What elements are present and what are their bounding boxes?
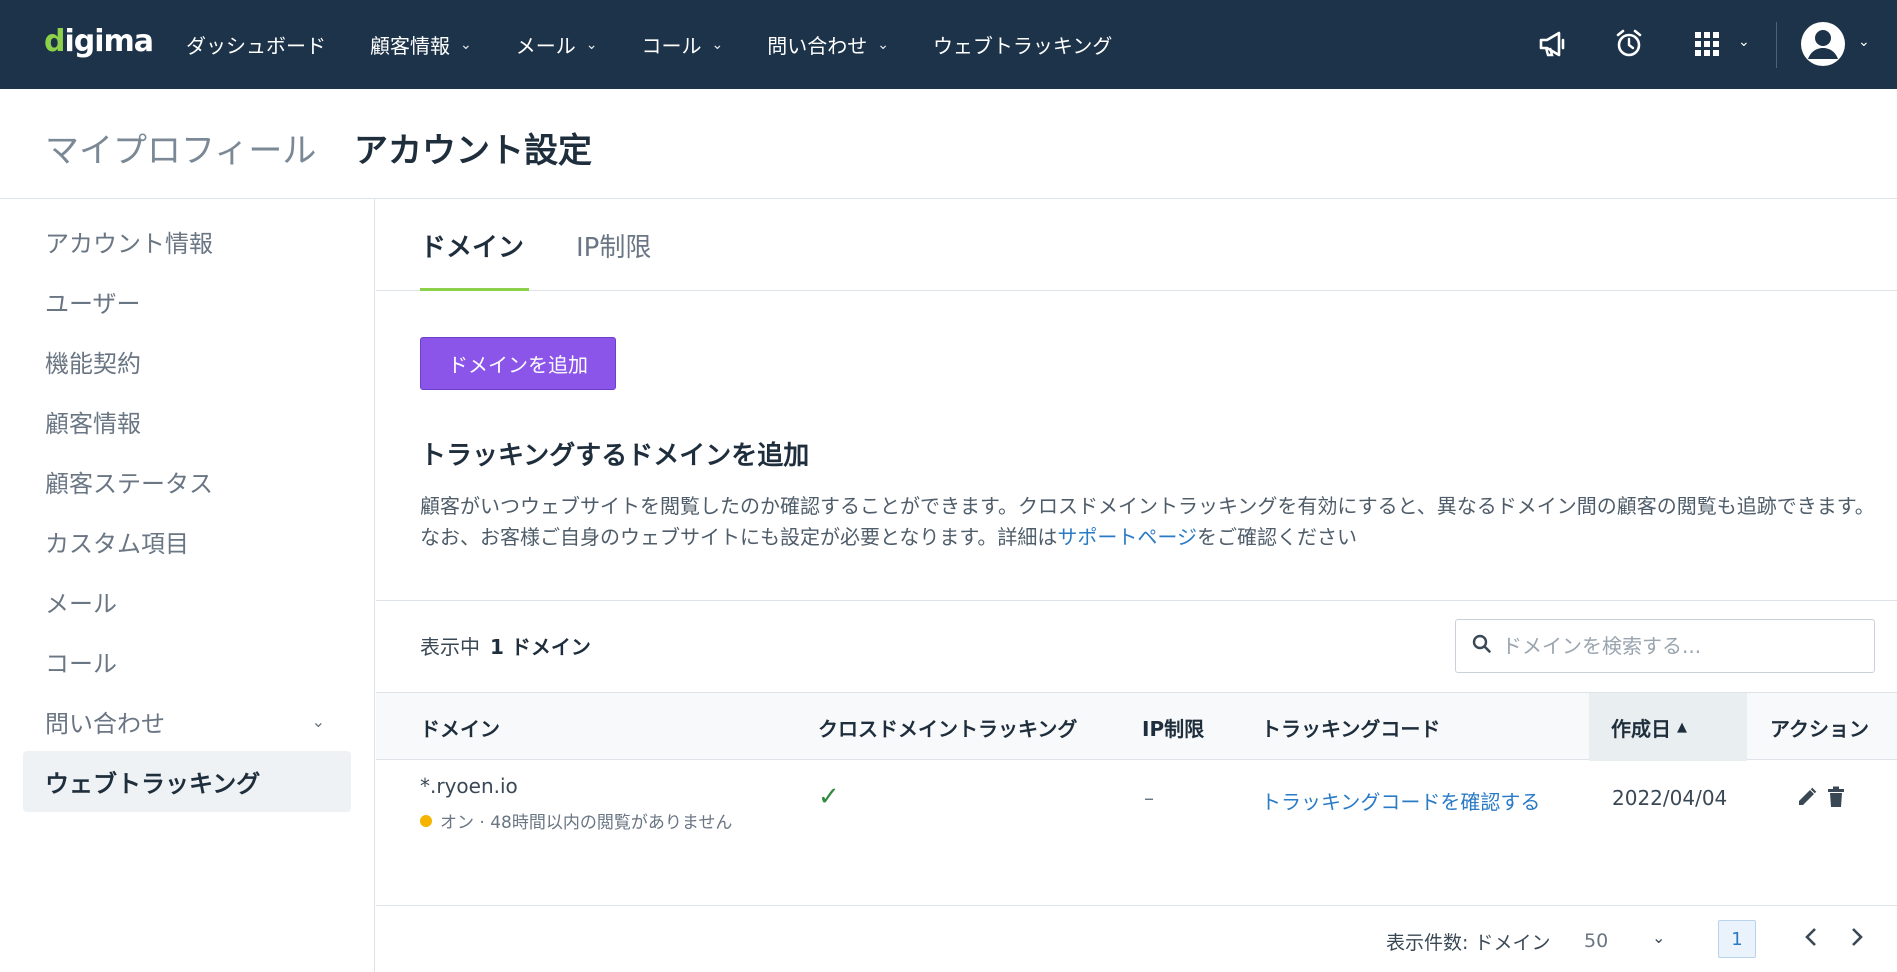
next-page-icon[interactable] (1842, 922, 1872, 952)
chevron-down-icon: ⌄ (711, 36, 724, 53)
search-box[interactable] (1455, 619, 1875, 673)
sidebar-item-label: 問い合わせ (45, 710, 165, 738)
table-footer: 表示件数: ドメイン 50 ⌄ 1 (376, 906, 1897, 972)
nav-item-call[interactable]: コール ⌄ (641, 30, 723, 59)
count-value: 1 ドメイン (490, 635, 591, 659)
sidebar-item-customer-info[interactable]: 顧客情報 (23, 391, 351, 452)
sidebar-item-account-info[interactable]: アカウント情報 (23, 211, 351, 272)
sidebar-item-label: アカウント情報 (45, 230, 213, 258)
domain-status: オン · 48時間以内の閲覧がありません (420, 808, 732, 833)
nav-item-dashboard[interactable]: ダッシュボード (186, 30, 326, 59)
sidebar-item-mail[interactable]: メール (23, 571, 351, 632)
settings-sidebar: アカウント情報 ユーザー 機能契約 顧客情報 顧客ステータス カスタム項目 メー… (0, 199, 375, 972)
add-domain-button[interactable]: ドメインを追加 (420, 337, 616, 390)
alarm-clock-icon[interactable] (1612, 27, 1646, 61)
sidebar-item-label: ユーザー (45, 290, 141, 318)
page-title: アカウント設定 (354, 131, 592, 171)
page-header: マイプロフィール アカウント設定 (0, 89, 1897, 199)
column-header-cross-domain[interactable]: クロスドメイントラッキング (818, 693, 1077, 761)
status-text: オン · 48時間以内の閲覧がありません (440, 813, 733, 833)
sidebar-item-customer-status[interactable]: 顧客ステータス (23, 451, 351, 512)
sidebar-item-web-tracking[interactable]: ウェブトラッキング (23, 751, 351, 812)
sidebar-item-label: カスタム項目 (45, 530, 189, 558)
status-dot (420, 814, 432, 827)
breadcrumb-parent[interactable]: マイプロフィール (45, 123, 316, 172)
digima-logo[interactable]: digima (44, 24, 154, 59)
support-page-link[interactable]: サポートページ (1057, 525, 1197, 549)
sidebar-item-call[interactable]: コール (23, 631, 351, 692)
chevron-down-icon: ⌄ (585, 36, 598, 53)
chevron-down-icon[interactable]: ⌄ (312, 712, 325, 731)
per-page-select[interactable]: 50 (1584, 930, 1608, 952)
list-toolbar: 表示中 1 ドメイン (376, 600, 1897, 692)
description-text-end: をご確認ください (1197, 525, 1358, 549)
search-input[interactable] (1502, 634, 1842, 658)
table-header: ドメイン クロスドメイントラッキング IP制限 トラッキングコード 作成日 ▲ ア… (376, 692, 1897, 761)
sidebar-item-label: コール (45, 650, 117, 678)
active-tab-indicator (420, 288, 529, 291)
nav-item-mail[interactable]: メール ⌄ (516, 30, 598, 59)
sidebar-item-label: 顧客情報 (45, 410, 141, 438)
column-header-actions: アクション (1770, 716, 1869, 741)
top-navbar: digima ダッシュボード 顧客情報 ⌄ メール ⌄ コール ⌄ 問い合わせ ⌄ ウェ… (0, 0, 1897, 89)
nav-item-label: 顧客情報 (370, 34, 450, 58)
result-count: 表示中 1 ドメイン (420, 631, 591, 660)
nav-item-web-tracking[interactable]: ウェブトラッキング (933, 30, 1112, 59)
nav-item-customers[interactable]: 顧客情報 ⌄ (370, 30, 472, 59)
chevron-down-icon[interactable]: ⌄ (1738, 34, 1750, 50)
view-tracking-code-link[interactable]: トラッキングコードを確認する (1261, 786, 1540, 815)
created-date: 2022/04/04 (1612, 786, 1728, 810)
sort-ascending-icon: ▲ (1677, 719, 1687, 735)
nav-item-inquiry[interactable]: 問い合わせ ⌄ (767, 30, 889, 59)
nav-item-label: 問い合わせ (767, 34, 868, 58)
divider (1776, 22, 1777, 68)
sidebar-item-users[interactable]: ユーザー (23, 271, 351, 332)
column-header-tracking-code[interactable]: トラッキングコード (1261, 693, 1440, 761)
tab-domain[interactable]: ドメイン (420, 227, 524, 264)
table-row: *.ryoen.io オン · 48時間以内の閲覧がありません ✓ – トラッキ… (376, 760, 1897, 906)
user-avatar-icon[interactable] (1800, 21, 1846, 67)
apps-grid-icon[interactable] (1690, 27, 1724, 61)
count-label: 表示中 (420, 635, 480, 659)
tab-ip-restriction[interactable]: IP制限 (576, 227, 651, 264)
chevron-down-icon[interactable]: ⌄ (1652, 928, 1665, 947)
trash-icon[interactable] (1826, 786, 1846, 813)
column-header-label: 作成日 (1611, 716, 1671, 741)
sidebar-item-label: メール (45, 590, 117, 618)
sidebar-item-label: ウェブトラッキング (45, 770, 261, 798)
section-title: トラッキングするドメインを追加 (420, 441, 810, 471)
sidebar-item-contract[interactable]: 機能契約 (23, 331, 351, 392)
ip-restriction-value: – (1144, 786, 1154, 810)
nav-item-label: メール (515, 34, 576, 58)
current-page-button[interactable]: 1 (1718, 920, 1756, 958)
per-page-label: 表示件数: ドメイン (1386, 932, 1551, 954)
sidebar-item-custom-fields[interactable]: カスタム項目 (23, 511, 351, 572)
tab-bar: ドメイン IP制限 (376, 199, 1897, 291)
main-nav: ダッシュボード 顧客情報 ⌄ メール ⌄ コール ⌄ 問い合わせ ⌄ ウェブトラッキング (186, 0, 1156, 89)
nav-item-label: ウェブトラッキング (932, 34, 1113, 58)
section-description: 顧客がいつウェブサイトを閲覧したのか確認することができます。クロスドメイントラッ… (420, 491, 1880, 553)
sidebar-item-label: 機能契約 (45, 350, 141, 378)
column-header-created[interactable]: 作成日 ▲ (1589, 693, 1747, 761)
sidebar-item-label: 顧客ステータス (45, 470, 213, 498)
main-content: ドメイン IP制限 ドメインを追加 トラッキングするドメインを追加 顧客がいつウ… (376, 199, 1897, 972)
nav-item-label: ダッシュボード (186, 34, 326, 58)
check-icon: ✓ (818, 782, 840, 812)
megaphone-icon[interactable] (1536, 27, 1570, 61)
chevron-down-icon: ⌄ (460, 36, 472, 53)
sidebar-item-inquiry[interactable]: 問い合わせ ⌄ (23, 691, 351, 752)
edit-icon[interactable] (1796, 786, 1818, 813)
column-header-domain[interactable]: ドメイン (420, 693, 500, 761)
nav-item-label: コール (641, 34, 702, 58)
chevron-down-icon[interactable]: ⌄ (1858, 34, 1870, 50)
prev-page-icon[interactable] (1796, 922, 1826, 952)
chevron-down-icon: ⌄ (877, 36, 889, 53)
column-header-ip-restriction[interactable]: IP制限 (1142, 693, 1204, 761)
search-icon (1472, 634, 1492, 658)
domain-name: *.ryoen.io (420, 774, 518, 798)
